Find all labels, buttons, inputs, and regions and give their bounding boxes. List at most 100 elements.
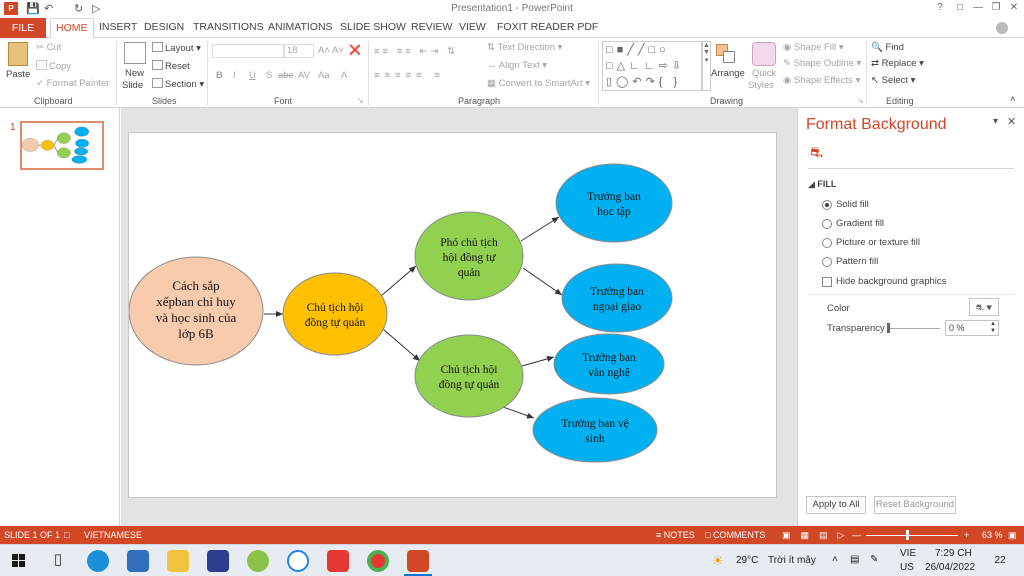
alignment-buttons[interactable]: ≡≡≡≡≡ ≡ bbox=[374, 70, 445, 81]
connector-chairman2-to-arts[interactable] bbox=[521, 356, 555, 367]
select-button[interactable]: ↖ Select ▾ bbox=[871, 75, 915, 86]
zoom-slider-thumb[interactable] bbox=[906, 530, 909, 540]
font-size-dropdown[interactable]: 18 bbox=[284, 44, 314, 58]
cut-button[interactable]: ✂ Cut bbox=[36, 42, 61, 53]
connector-vice-to-study[interactable] bbox=[520, 216, 560, 242]
tab-transitions[interactable]: TRANSITIONS bbox=[193, 21, 264, 33]
transparency-slider-track[interactable] bbox=[888, 328, 940, 329]
clock-date[interactable]: 26/04/2022 bbox=[925, 562, 975, 573]
quick-styles-label-2[interactable]: Styles bbox=[748, 80, 774, 91]
strikethrough-button[interactable]: abc bbox=[278, 70, 293, 81]
fit-slide-icon[interactable]: ▣ bbox=[1008, 530, 1017, 541]
picture-fill-radio[interactable] bbox=[822, 238, 832, 248]
node-chairman-2[interactable]: Chủ tịch hội đồng tự quản bbox=[414, 334, 524, 418]
help-icon[interactable]: ? bbox=[932, 2, 948, 16]
list-buttons[interactable]: ≡≡ ≡≡ ⇤⇥ ⇅ bbox=[374, 46, 458, 57]
node-hygiene[interactable]: Trưởng ban vệ sinh bbox=[532, 397, 658, 463]
replace-button[interactable]: ⇄ Replace ▾ bbox=[871, 58, 924, 69]
pattern-fill-radio[interactable] bbox=[822, 257, 832, 267]
new-slide-label-2[interactable]: Slide bbox=[122, 80, 143, 91]
connector-chairman2-to-hygiene[interactable] bbox=[502, 406, 535, 419]
char-spacing-button[interactable]: AV bbox=[298, 70, 310, 81]
font-name-dropdown[interactable] bbox=[212, 44, 284, 58]
app-icon-3[interactable] bbox=[327, 550, 349, 572]
connector-chairman-to-vice[interactable] bbox=[380, 265, 417, 297]
close-button[interactable]: ✕ bbox=[1006, 2, 1022, 16]
show-hidden-icons[interactable]: ˄ bbox=[832, 554, 838, 565]
node-diplomacy[interactable]: Trưởng ban ngoại giao bbox=[561, 263, 673, 333]
tab-animations[interactable]: ANIMATIONS bbox=[268, 21, 333, 33]
hide-background-label[interactable]: Hide background graphics bbox=[836, 276, 946, 287]
gradient-fill-label[interactable]: Gradient fill bbox=[836, 218, 884, 229]
network-icon[interactable]: ▤ bbox=[850, 554, 859, 565]
drawing-dialog-launcher-icon[interactable]: ↘ bbox=[857, 96, 864, 105]
mail-icon[interactable] bbox=[127, 550, 149, 572]
node-root[interactable]: Cách sắp xếpban chỉ huy và học sinh của … bbox=[128, 256, 264, 366]
reset-background-button[interactable]: Reset Background bbox=[874, 496, 956, 514]
grow-shrink-font-icons[interactable]: A˄ A˅ ❌ bbox=[318, 45, 361, 56]
weather-icon[interactable]: ☀ bbox=[712, 553, 724, 569]
italic-button[interactable]: I bbox=[233, 70, 236, 81]
powerpoint-taskbar-icon[interactable] bbox=[407, 550, 429, 572]
zoom-out-button[interactable]: — bbox=[852, 530, 861, 540]
zoom-slider-track[interactable] bbox=[866, 535, 958, 536]
spinner-icon[interactable]: ▲ ▼ bbox=[990, 321, 996, 335]
convert-smartart-button[interactable]: ▦ Convert to SmartArt ▾ bbox=[487, 78, 590, 89]
format-painter-button[interactable]: ✓ Format Painter bbox=[36, 78, 109, 89]
pattern-fill-label[interactable]: Pattern fill bbox=[836, 256, 878, 267]
shape-effects-button[interactable]: ◉ Shape Effects ▾ bbox=[783, 75, 860, 86]
solid-fill-label[interactable]: Solid fill bbox=[836, 199, 869, 210]
quick-styles-icon[interactable] bbox=[752, 42, 776, 66]
align-text-button[interactable]: ↔ Align Text ▾ bbox=[487, 60, 547, 71]
minimize-button[interactable]: — bbox=[970, 2, 986, 16]
paste-button[interactable]: Paste bbox=[6, 69, 30, 80]
tab-slide-show[interactable]: SLIDE SHOW bbox=[340, 21, 406, 33]
tab-insert[interactable]: INSERT bbox=[99, 21, 137, 33]
clock-time[interactable]: 7:29 CH bbox=[935, 548, 972, 559]
find-button[interactable]: 🔍 Find bbox=[871, 42, 904, 53]
picture-fill-label[interactable]: Picture or texture fill bbox=[836, 237, 920, 248]
language-indicator[interactable]: VIETNAMESE bbox=[84, 530, 142, 540]
text-direction-button[interactable]: ⇅ Text Direction ▾ bbox=[487, 42, 562, 53]
ribbon-display-icon[interactable]: □ bbox=[952, 2, 968, 16]
fill-section-header[interactable]: ◢ FILL bbox=[808, 179, 836, 190]
app-icon-1[interactable] bbox=[207, 550, 229, 572]
transparency-input[interactable]: 0 % ▲ ▼ bbox=[945, 320, 999, 336]
new-slide-label-1[interactable]: New bbox=[125, 68, 144, 79]
arrange-icon[interactable] bbox=[716, 44, 738, 66]
gradient-fill-radio[interactable] bbox=[822, 219, 832, 229]
tab-design[interactable]: DESIGN bbox=[144, 21, 184, 33]
app-icon-2[interactable] bbox=[247, 550, 269, 572]
transparency-slider-thumb[interactable] bbox=[887, 323, 890, 333]
weather-text[interactable]: Trời ít mây bbox=[768, 555, 816, 566]
maximize-button[interactable]: ❐ bbox=[988, 2, 1004, 16]
collapse-ribbon-icon[interactable]: ˄ bbox=[1010, 94, 1016, 105]
task-view-icon[interactable]: ▯ bbox=[47, 550, 69, 572]
section-button[interactable]: Section ▾ bbox=[152, 78, 204, 90]
change-case-button[interactable]: Aa bbox=[318, 70, 330, 81]
comments-button[interactable]: □ COMMENTS bbox=[705, 530, 765, 540]
chrome-icon[interactable] bbox=[367, 550, 389, 572]
language-2[interactable]: US bbox=[900, 562, 914, 573]
copy-button[interactable]: Copy bbox=[36, 60, 71, 72]
underline-button[interactable]: U bbox=[249, 70, 256, 81]
shape-outline-button[interactable]: ✎ Shape Outline ▾ bbox=[783, 58, 861, 69]
shape-fill-button[interactable]: ◉ Shape Fill ▾ bbox=[783, 42, 844, 53]
view-buttons[interactable]: ▣▦▤▷ bbox=[782, 530, 854, 541]
spelling-icon[interactable]: □ bbox=[64, 530, 69, 540]
pane-close-icon[interactable]: ✕ bbox=[1007, 115, 1016, 128]
hide-background-checkbox[interactable] bbox=[822, 277, 832, 287]
font-dialog-launcher-icon[interactable]: ↘ bbox=[357, 96, 364, 105]
node-vice-chairman[interactable]: Phó chủ tịch hội đồng tự quản bbox=[414, 211, 524, 301]
color-picker-button[interactable]: ⛐ ▾ bbox=[969, 298, 999, 316]
apply-to-all-button[interactable]: Apply to All bbox=[806, 496, 866, 514]
shapes-gallery[interactable]: □■╱╱□○ □△∟∟⇨⇩ ▯◯↶↷{ } bbox=[602, 41, 702, 91]
font-color-button[interactable]: A bbox=[341, 70, 347, 81]
node-chairman[interactable]: Chủ tịch hội đồng tự quản bbox=[282, 272, 388, 356]
tab-view[interactable]: VIEW bbox=[459, 21, 486, 33]
edge-browser-icon[interactable] bbox=[87, 550, 109, 572]
fill-paint-bucket-icon[interactable]: ⛐ bbox=[810, 144, 823, 163]
paste-icon[interactable] bbox=[8, 42, 28, 66]
zoom-level[interactable]: 63 % bbox=[982, 530, 1003, 540]
reset-button[interactable]: Reset bbox=[152, 60, 190, 72]
